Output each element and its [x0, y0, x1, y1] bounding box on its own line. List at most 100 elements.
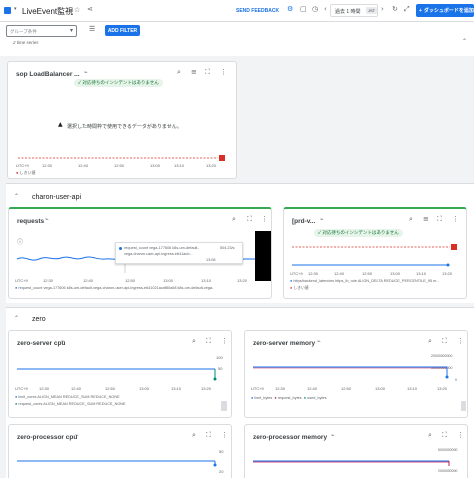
collapse-icon[interactable]: ⌃: [462, 39, 467, 45]
incident-chip-label: 対応待ちのインシデントはありません: [82, 80, 159, 85]
x-tick: 13:10: [416, 271, 427, 276]
zoom-icon[interactable]: ⌕: [232, 216, 236, 223]
tooltip-series-swatch: [119, 247, 122, 250]
group-select[interactable]: グループ条件 ▾: [6, 25, 77, 37]
alert-policy-icon: ⌁: [320, 216, 324, 223]
add-filter-button[interactable]: ADD FILTER: [105, 25, 140, 36]
legend-item: ● しきい値: [290, 286, 309, 290]
x-axis: UTC+9 12:30 12:40 12:50 13:00 13:10 13:2…: [16, 163, 226, 169]
legend-label: request_cores ALIGN_MEAN REDUCE_SUM REDU…: [18, 402, 126, 406]
more-options-icon[interactable]: ⋮: [220, 69, 227, 76]
timezone-badge[interactable]: JST: [366, 7, 378, 14]
zoom-icon[interactable]: ⌕: [192, 338, 196, 345]
legend-toggle-icon[interactable]: ≡: [191, 69, 197, 76]
x-tick: 12:40: [71, 386, 82, 391]
x-tick: 12:30: [39, 386, 50, 391]
legend-label: request_count vega-177606 k8s-um-default…: [18, 286, 214, 290]
zoom-icon[interactable]: ⌕: [192, 432, 196, 439]
zoom-icon[interactable]: ⌕: [428, 432, 432, 439]
zoom-icon[interactable]: ⌕: [177, 69, 181, 76]
x-tick: 13:20: [206, 163, 217, 168]
prev-time-icon[interactable]: ‹: [324, 6, 327, 13]
chart-title: zero-processor memory: [253, 434, 328, 441]
more-options-icon[interactable]: ⋮: [452, 216, 459, 223]
x-axis: UTC+9 12:30 12:40 12:50 13:00 13:10 13:2…: [251, 386, 457, 392]
clock-icon[interactable]: ◷: [312, 6, 318, 13]
alert-policy-icon: ⌁: [45, 216, 49, 223]
x-tick: 13:20: [437, 386, 448, 391]
empty-state-message: 選択した時間枠で使用できるデータがありません。: [67, 124, 182, 130]
fullscreen-icon[interactable]: ⛶: [442, 432, 447, 439]
zero-processor-cpu-plot: [17, 460, 217, 467]
more-options-icon[interactable]: ⋮: [221, 432, 228, 439]
plus-icon: +: [419, 7, 422, 14]
star-icon[interactable]: ☆: [74, 7, 80, 14]
x-tick: 12:40: [83, 278, 94, 283]
fullscreen-icon[interactable]: ⛶: [206, 338, 211, 345]
series-point: [213, 463, 217, 467]
zoom-icon[interactable]: ⌕: [409, 216, 413, 223]
prd-chart-plot: [292, 244, 457, 267]
share-icon[interactable]: ⋖: [87, 6, 93, 13]
group-select-placeholder: グループ条件: [10, 29, 37, 34]
tooltip-series-cont: vega-charon-user-api-ingress-e641acb...: [124, 252, 193, 256]
x-tick: 12:40: [307, 386, 318, 391]
threshold-marker: [219, 155, 225, 161]
incident-chip: ✓ 対応待ちのインシデントはありません: [314, 229, 403, 237]
section-collapse-icon[interactable]: ⌃: [14, 316, 19, 322]
x-tick: 12:30: [42, 163, 53, 168]
fullscreen-icon[interactable]: ⛶: [247, 216, 252, 223]
chart-title: zero-server memory: [253, 340, 316, 347]
zero-cpu-plot: [17, 368, 217, 381]
legend-label: しきい値: [293, 286, 309, 290]
bookmark-icon[interactable]: ▢: [300, 6, 307, 13]
x-axis: UTC+9 12:30 12:40 12:50 13:00 13:10 13:2…: [15, 386, 221, 392]
add-dashboard-label: ダッシュボードを追加: [423, 8, 474, 14]
x-tick: 12:50: [341, 386, 352, 391]
next-time-icon[interactable]: ›: [381, 6, 384, 13]
fullscreen-icon[interactable]: ⛶: [206, 432, 211, 439]
series-point: [445, 375, 449, 379]
section-title: charon-user-api: [32, 194, 82, 201]
send-feedback-link[interactable]: SEND FEEDBACK: [236, 8, 279, 14]
filter-icon[interactable]: ☰: [89, 26, 95, 33]
more-options-icon[interactable]: ⋮: [221, 338, 228, 345]
legend-toggle-icon[interactable]: ≡: [423, 216, 429, 223]
settings-icon[interactable]: ⚙: [287, 6, 293, 13]
scrollbar[interactable]: [461, 401, 466, 411]
hover-tooltip: request_count vega-177606 k8s-um-default…: [115, 242, 243, 264]
more-options-icon[interactable]: ⋮: [457, 338, 464, 345]
scrollbar[interactable]: [221, 401, 227, 411]
dashboard-title: LiveEvent監視: [22, 7, 74, 16]
section-collapse-icon[interactable]: ⌃: [14, 194, 19, 200]
chart-title: requests: [17, 218, 45, 225]
dropdown-arrow-icon: ▾: [69, 27, 73, 34]
series-point: [213, 377, 217, 381]
more-options-icon[interactable]: ⋮: [261, 216, 268, 223]
x-tick: 13:10: [174, 163, 185, 168]
x-axis: UTC+9 12:30 12:40 12:50 13:00 13:10 13:2…: [290, 271, 460, 277]
legend-item: ● request_cores ALIGN_MEAN REDUCE_SUM RE…: [15, 402, 126, 406]
zero-cpu-card: zero-server cpu ⌁ ⌕ ⛶ ⋮ 100 50 UTC+9 12:…: [8, 330, 232, 418]
x-tick: 13:10: [407, 386, 418, 391]
x-tick: 12:30: [308, 271, 319, 276]
zoom-icon[interactable]: ⌕: [428, 338, 432, 345]
x-tick: UTC+9: [290, 271, 303, 276]
chart-title: sop LoadBalancer ...: [16, 71, 80, 78]
x-tick: UTC+9: [16, 163, 29, 168]
legend: ● limit_bytes ● request_bytes ● used_byt…: [251, 396, 327, 400]
more-options-icon[interactable]: ⋮: [457, 432, 464, 439]
expand-icon[interactable]: ⤢: [404, 6, 410, 13]
x-axis: UTC+9 12:30 12:40 12:50 13:00 13:10 13:2…: [15, 278, 255, 284]
fullscreen-icon[interactable]: ⛶: [437, 216, 442, 223]
legend-label: request_bytes: [277, 396, 302, 400]
warning-icon: ▲: [58, 121, 63, 128]
fullscreen-icon[interactable]: ⛶: [442, 338, 447, 345]
refresh-icon[interactable]: ↻: [392, 6, 398, 13]
add-dashboard-button[interactable]: + ダッシュボードを追加: [416, 4, 474, 17]
x-tick: 12:50: [125, 278, 136, 283]
x-tick: 12:40: [334, 271, 345, 276]
fullscreen-icon[interactable]: ⛶: [205, 69, 210, 76]
chevron-down-icon[interactable]: ▾: [14, 7, 17, 12]
x-tick: 13:20: [201, 386, 212, 391]
